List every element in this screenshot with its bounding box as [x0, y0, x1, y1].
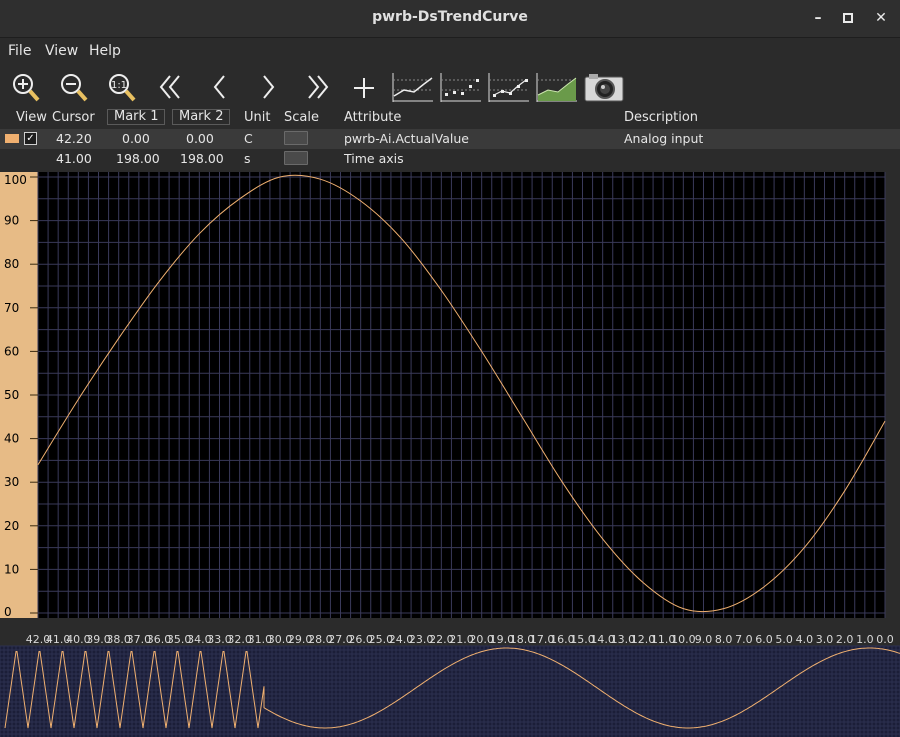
- x-tick-label: 6.0: [755, 633, 773, 646]
- curve-row: ✓ 42.20 0.00 0.00 C pwrb-Ai.ActualValue …: [0, 129, 900, 149]
- menu-help[interactable]: Help: [89, 43, 121, 59]
- y-tick-label: 50: [4, 388, 19, 402]
- line-chart-button[interactable]: [392, 70, 434, 104]
- header-mark1[interactable]: Mark 1: [107, 109, 166, 125]
- title-bar: pwrb-DsTrendCurve – ✕: [0, 0, 900, 38]
- maximize-button[interactable]: [836, 6, 860, 30]
- line-chart-icon: [392, 73, 433, 102]
- zoom-reset-button[interactable]: 1:1: [104, 70, 140, 104]
- cursor-value: 42.20: [56, 131, 92, 146]
- y-tick-label: 80: [4, 257, 19, 271]
- scroll-left-button[interactable]: [202, 70, 238, 104]
- menu-file[interactable]: File: [8, 43, 31, 59]
- mark1-value: 198.00: [116, 151, 160, 166]
- minimize-button[interactable]: –: [806, 6, 830, 30]
- page-left-icon: [159, 75, 180, 99]
- fill-chart-button[interactable]: [536, 70, 578, 104]
- time-axis-row: 41.00 198.00 198.00 s Time axis: [0, 149, 900, 169]
- x-tick-label: 7.0: [735, 633, 753, 646]
- curve-table-header: View Cursor Mark 1 Mark 2 Unit Scale Att…: [0, 108, 900, 128]
- header-description: Description: [624, 110, 699, 125]
- header-unit: Unit: [244, 110, 271, 125]
- toolbar: 1:1: [0, 64, 900, 110]
- description-value: Analog input: [624, 131, 704, 146]
- overview-plot[interactable]: [0, 646, 900, 737]
- scale-button[interactable]: [284, 131, 308, 145]
- x-tick-label: 2.0: [836, 633, 854, 646]
- close-button[interactable]: ✕: [869, 6, 893, 30]
- header-view: View: [16, 110, 47, 125]
- scroll-right-button[interactable]: [250, 70, 286, 104]
- menu-bar: File View Help: [0, 38, 900, 64]
- scroll-right-icon: [263, 75, 275, 99]
- attribute-value: pwrb-Ai.ActualValue: [344, 131, 469, 146]
- window-title: pwrb-DsTrendCurve: [372, 9, 528, 25]
- line-point-chart-icon: [488, 73, 529, 102]
- unit-value: C: [244, 131, 253, 146]
- view-checkbox[interactable]: ✓: [24, 132, 37, 145]
- y-tick-label: 90: [4, 214, 19, 228]
- trend-plot[interactable]: 1009080706050403020100 42.041.040.039.03…: [0, 172, 900, 737]
- x-tick-label: 9.0: [695, 633, 713, 646]
- x-tick-label: 10.0: [671, 633, 696, 646]
- line-point-chart-button[interactable]: [488, 70, 530, 104]
- y-tick-label: 0: [4, 605, 12, 619]
- y-tick-label: 100: [4, 173, 27, 187]
- header-attribute: Attribute: [344, 110, 402, 125]
- mark2-value: 0.00: [186, 131, 214, 146]
- cursor-value: 41.00: [56, 151, 92, 166]
- curve-color-swatch: [5, 134, 19, 143]
- unit-value: s: [244, 151, 251, 166]
- header-mark2[interactable]: Mark 2: [172, 109, 231, 125]
- x-tick-label: 4.0: [796, 633, 814, 646]
- point-chart-icon: [440, 73, 481, 102]
- x-tick-label: 3.0: [816, 633, 834, 646]
- y-tick-label: 20: [4, 519, 19, 533]
- zoom-reset-icon: 1:1: [109, 74, 136, 102]
- header-scale: Scale: [284, 110, 319, 125]
- camera-icon: [584, 74, 624, 102]
- page-right-button[interactable]: [298, 70, 334, 104]
- x-tick-label: 8.0: [715, 633, 733, 646]
- zoom-out-button[interactable]: [56, 70, 92, 104]
- mark2-value: 198.00: [180, 151, 224, 166]
- attribute-value: Time axis: [344, 151, 404, 166]
- snapshot-button[interactable]: [584, 70, 624, 104]
- add-button[interactable]: [346, 70, 382, 104]
- fill-chart-icon: [536, 73, 577, 102]
- point-chart-button[interactable]: [440, 70, 482, 104]
- zoom-in-button[interactable]: [8, 70, 44, 104]
- y-tick-label: 30: [4, 475, 19, 489]
- svg-text:1:1: 1:1: [111, 80, 127, 91]
- scroll-left-icon: [213, 75, 225, 99]
- x-tick-label: 0.0: [876, 633, 894, 646]
- y-tick-label: 70: [4, 301, 19, 315]
- zoom-out-icon: [61, 74, 88, 102]
- y-tick-label: 10: [4, 562, 19, 576]
- x-tick-label: 5.0: [775, 633, 793, 646]
- scale-button[interactable]: [284, 151, 308, 165]
- y-tick-label: 40: [4, 432, 19, 446]
- add-icon: [354, 78, 374, 98]
- menu-view[interactable]: View: [45, 43, 78, 59]
- y-tick-label: 60: [4, 344, 19, 358]
- mark1-value: 0.00: [122, 131, 150, 146]
- zoom-in-icon: [13, 74, 40, 102]
- page-left-button[interactable]: [154, 70, 190, 104]
- x-tick-label: 1.0: [856, 633, 874, 646]
- header-cursor: Cursor: [52, 110, 95, 125]
- page-right-icon: [308, 75, 329, 99]
